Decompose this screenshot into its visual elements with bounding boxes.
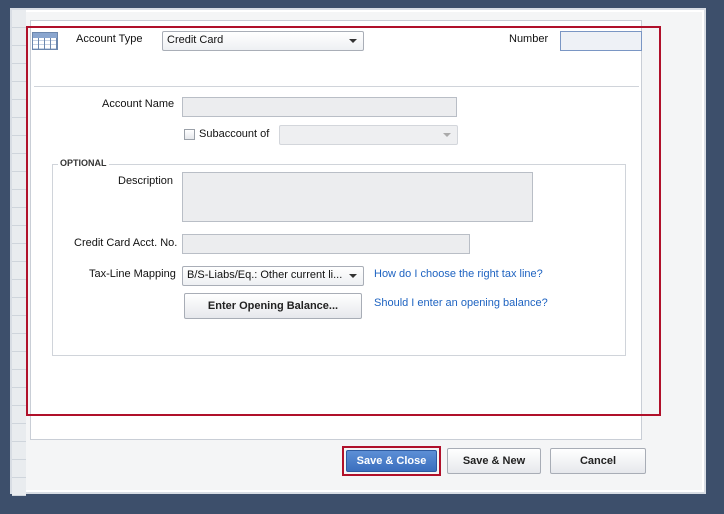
cancel-button[interactable]: Cancel	[550, 448, 646, 474]
spreadsheet-background-strip	[12, 10, 26, 496]
save-close-button[interactable]: Save & Close	[346, 450, 437, 472]
save-new-button[interactable]: Save & New	[447, 448, 541, 474]
add-account-dialog: Account Type Credit Card Number Account …	[10, 8, 706, 496]
form-highlight-frame	[26, 26, 661, 416]
